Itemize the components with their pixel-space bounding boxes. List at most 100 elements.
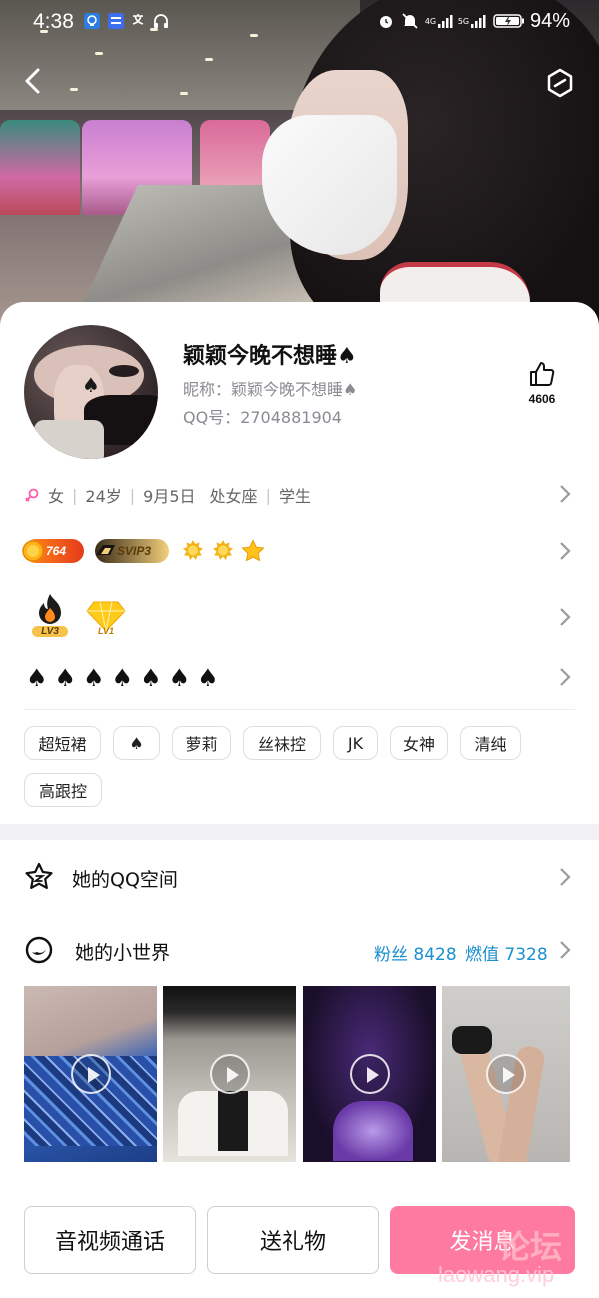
chevron-right-icon [560, 608, 571, 626]
divider-line [24, 709, 575, 710]
news-app-icon [106, 12, 126, 30]
nickname: 昵称：颖颖今晚不想睡♠ [183, 380, 358, 399]
age: 24岁 [85, 487, 122, 506]
video-thumbnail[interactable] [442, 986, 570, 1162]
battery-icon [492, 12, 526, 30]
sun-medal-icon [183, 540, 203, 560]
tie-shape [218, 1091, 248, 1151]
chevron-left-icon [25, 68, 40, 94]
zodiac: 处女座 [209, 487, 258, 506]
diamond-level-badge: LV1 [86, 600, 126, 640]
qzone-row[interactable]: 她的QQ空间 [0, 852, 599, 902]
signal-5g-icon: 5G [457, 12, 487, 30]
spade-icons: ♠ ♠ ♠ ♠ ♠ ♠ ♠ [26, 664, 219, 692]
diamond-level-label: LV1 [97, 626, 114, 636]
play-icon [209, 1054, 250, 1094]
battery-percent: 94% [530, 10, 571, 32]
interest-tag[interactable]: JK [333, 726, 378, 760]
female-icon [25, 488, 39, 502]
level-badge: 764 [22, 539, 84, 563]
video-thumbnail[interactable] [303, 986, 436, 1162]
video-thumbnail[interactable] [163, 986, 296, 1162]
play-icon [70, 1054, 111, 1094]
svip-label: SVIP3 [117, 544, 152, 558]
interest-tag[interactable]: 超短裙 [24, 726, 101, 760]
headphones-icon [151, 12, 171, 30]
interest-tag[interactable]: 萝莉 [172, 726, 231, 760]
svip-badge: SVIP3 [95, 539, 169, 563]
bulb-icon [82, 12, 102, 30]
qq-number: QQ号：2704881904 [183, 408, 342, 427]
chevron-right-icon [560, 485, 571, 503]
chevron-right-icon [560, 542, 571, 560]
section-divider [0, 824, 599, 840]
spade-icon: ♠ [54, 664, 77, 692]
alarm-icon [376, 12, 396, 30]
basic-info: 女 | 24岁 | 9月5日 处女座 | 学生 [24, 483, 311, 507]
status-bar: 4:38 4G 5G 94% [0, 0, 599, 44]
play-icon [349, 1054, 390, 1094]
ceiling-light [70, 88, 78, 91]
ceiling-light [205, 58, 213, 61]
chevron-right-icon [560, 868, 571, 886]
small-world-label: 她的小世界 [75, 942, 171, 964]
interest-tag[interactable]: 高跟控 [24, 773, 102, 807]
svip-wing-icon [96, 545, 115, 555]
sun-medal-icon [213, 540, 233, 560]
spade-icon: ♠ [197, 664, 219, 692]
avatar-spade-icon: ♠ [82, 373, 100, 397]
separator: | [72, 485, 78, 505]
status-time: 4:38 [33, 10, 74, 33]
hexagon-menu-icon [547, 68, 573, 98]
star-medal-icon [241, 539, 265, 562]
chevron-right-icon [560, 941, 571, 959]
avatar[interactable]: ♠ [24, 325, 158, 459]
small-world-icon [25, 936, 53, 964]
video-thumbnail[interactable] [24, 986, 157, 1162]
interest-tag[interactable]: 丝袜控 [243, 726, 321, 760]
send-gift-button[interactable]: 送礼物 [207, 1206, 379, 1274]
spade-icon: ♠ [83, 664, 105, 692]
gender: 女 [48, 487, 65, 506]
av-call-button[interactable]: 音视频通话 [24, 1206, 196, 1274]
translate-icon [130, 12, 150, 30]
coin-icon [22, 540, 44, 562]
qzone-label: 她的QQ空间 [72, 869, 178, 891]
thumbs-up-icon [530, 362, 555, 386]
occupation: 学生 [278, 487, 311, 506]
spade-icon: ♠ [26, 664, 48, 692]
heat-count: 燃值 7328 [465, 945, 548, 965]
back-button[interactable] [18, 66, 48, 96]
like-count: 4606 [528, 392, 556, 406]
display-name: 颖颖今晚不想睡♠ [183, 344, 357, 369]
avatar-eye [109, 365, 139, 377]
vip-badges-row[interactable] [0, 530, 599, 572]
interest-tag[interactable]: 女神 [390, 726, 448, 760]
more-options-button[interactable] [544, 67, 576, 99]
small-world-row[interactable]: 她的小世界 粉丝 8428 燃值 7328 [0, 925, 599, 975]
play-icon [486, 1054, 526, 1094]
interest-tag[interactable]: ♠ [113, 726, 160, 760]
ceiling-light [95, 52, 103, 55]
cover-photo [0, 0, 599, 335]
flame-level-badge: LV3 [30, 592, 70, 640]
flame-level-label: LV3 [32, 626, 68, 637]
qzone-star-icon [25, 862, 53, 889]
signal-4g-icon: 4G [424, 12, 454, 30]
spade-icon: ♠ [140, 664, 162, 692]
like-button[interactable]: 4606 [524, 360, 560, 406]
birthday: 9月5日 [143, 487, 196, 506]
avatar-sleeve [34, 420, 104, 459]
spade-icon: ♠ [111, 664, 134, 692]
separator: | [129, 485, 136, 505]
shop-stall [0, 120, 80, 215]
mute-bell-icon [400, 12, 420, 30]
fans-count: 粉丝 8428 [374, 945, 457, 965]
separator: | [265, 485, 271, 505]
chevron-right-icon [560, 668, 571, 686]
ceiling-light [180, 92, 188, 95]
interest-tag[interactable]: 清纯 [460, 726, 521, 760]
spade-icon: ♠ [168, 664, 191, 692]
dress-shape [333, 1101, 413, 1161]
level-value: 764 [46, 544, 67, 558]
